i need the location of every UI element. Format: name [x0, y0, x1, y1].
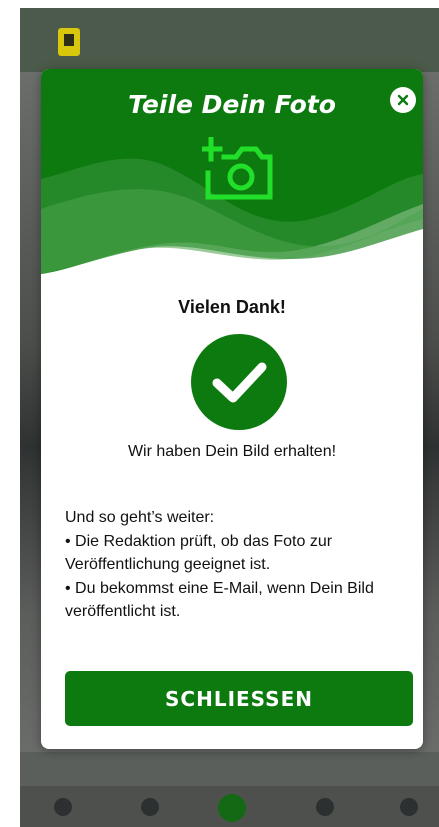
- dialog-heading: Vielen Dank!: [178, 297, 286, 317]
- add-photo-icon: [202, 137, 273, 200]
- more-icon: [400, 798, 418, 816]
- profile-icon: [316, 798, 334, 816]
- share-photo-dialog: Teile Dein Foto Vielen Dank! Wir haben D…: [41, 69, 423, 749]
- search-icon: [54, 798, 72, 816]
- next-steps: Und so geht’s weiter: • Die Redaktion pr…: [65, 506, 405, 624]
- dialog-header: Teile Dein Foto: [41, 69, 423, 279]
- background-logo: [58, 28, 80, 56]
- close-button[interactable]: [390, 87, 416, 113]
- next-steps-intro: Und so geht’s weiter:: [65, 509, 215, 526]
- confirmation-message: Wir haben Dein Bild erhalten!: [127, 443, 337, 460]
- grid-icon: [141, 798, 159, 816]
- next-steps-item: • Die Redaktion prüft, ob das Foto zur V…: [65, 532, 333, 574]
- dialog-title: Teile Dein Foto: [128, 90, 336, 119]
- background-bottom-nav: [20, 786, 439, 827]
- home-icon: [218, 794, 246, 822]
- next-steps-item: • Du bekommst eine E-Mail, wenn Dein Bil…: [65, 579, 374, 621]
- close-dialog-button[interactable]: SCHLIESSEN: [65, 671, 413, 726]
- close-icon: [397, 94, 409, 106]
- background-header: [20, 8, 439, 72]
- check-circle-icon: [191, 334, 287, 430]
